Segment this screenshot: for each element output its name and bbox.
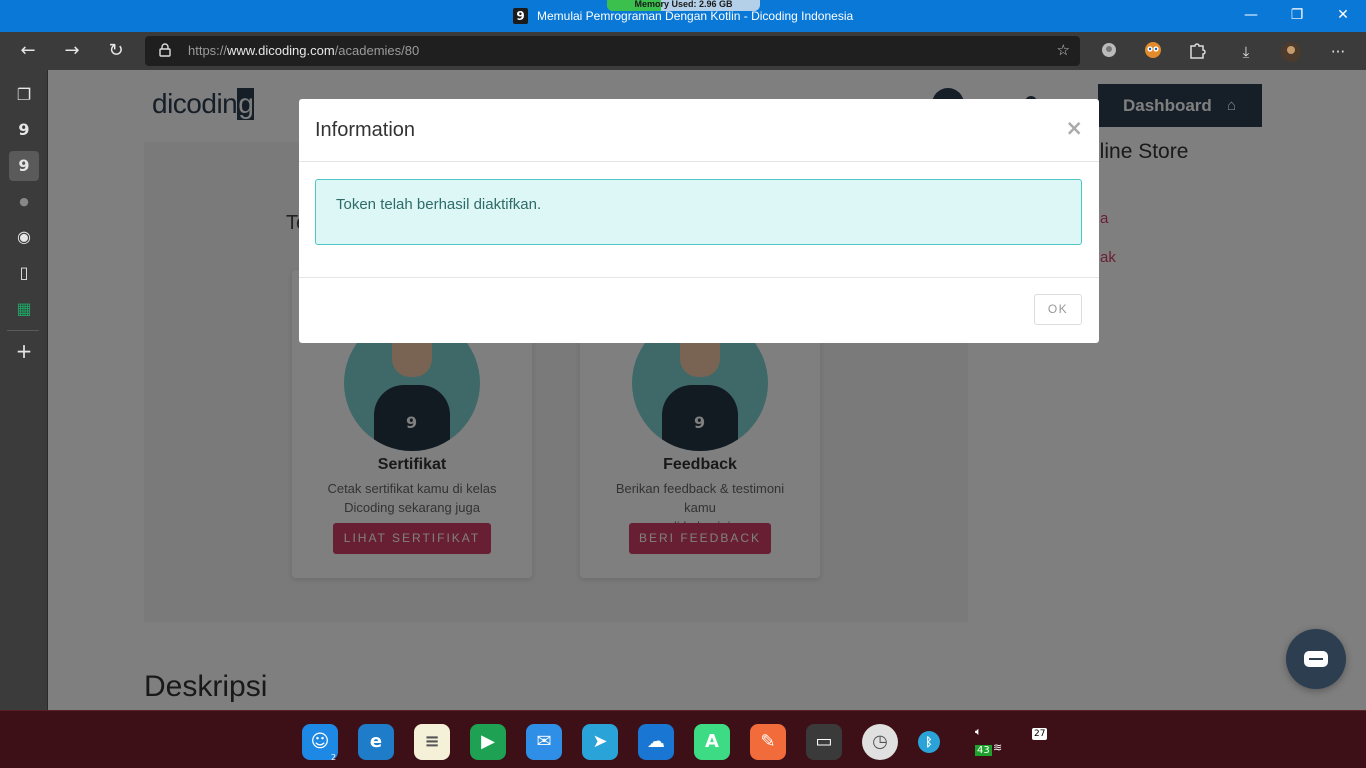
storage-icon[interactable]: ▭ [806, 724, 842, 760]
more-icon[interactable]: ··· [1327, 41, 1349, 63]
bluetooth-icon[interactable]: ᛒ [918, 731, 940, 753]
sheets-icon[interactable]: ▦ [9, 294, 39, 324]
close-window-button[interactable]: ✕ [1328, 4, 1358, 26]
onedrive-icon[interactable]: ☁ [638, 724, 674, 760]
profile-extension-icon[interactable] [1098, 41, 1120, 63]
minimize-button[interactable]: — [1236, 4, 1266, 26]
lock-icon [159, 43, 171, 57]
add-icon[interactable]: + [9, 336, 39, 366]
eyes-extension-icon[interactable] [1142, 41, 1164, 63]
chat-icon [1304, 651, 1328, 667]
alert-message: Token telah berhasil diaktifkan. [336, 196, 542, 213]
facetime-icon[interactable]: ▶ [470, 724, 506, 760]
app-icon: 9 [513, 8, 528, 24]
success-alert: Token telah berhasil diaktifkan. [315, 179, 1082, 245]
tab-actions-icon[interactable]: ❐ [9, 80, 39, 110]
browser-sidebar: ❐ 9 9 ● ◉ ▯ ▦ + [0, 70, 48, 710]
calendar-icon[interactable]: 27 [1032, 728, 1048, 740]
github-icon[interactable]: ◉ [9, 222, 39, 252]
information-modal: Information × Token telah berhasil diakt… [299, 99, 1099, 343]
drop-icon[interactable]: ● [9, 187, 39, 217]
browser-toolbar: ← → ↻ https://www.dicoding.com/academies… [0, 32, 1366, 70]
sidebar-divider [7, 330, 39, 331]
modal-footer-divider [299, 277, 1099, 278]
volume-icon[interactable]: 🔈︎ [975, 725, 982, 739]
add-favorite-icon[interactable]: ☆ [1057, 41, 1070, 59]
download-icon[interactable]: ⤓ [1235, 41, 1257, 63]
edge-icon[interactable]: e [358, 724, 394, 760]
telegram-icon[interactable]: ➤ [582, 724, 618, 760]
user-avatar-icon[interactable] [1280, 41, 1302, 63]
clock-icon[interactable]: ◷ [862, 724, 898, 760]
wifi-icon[interactable]: ≋ [993, 741, 1002, 754]
modal-title: Information [315, 119, 416, 141]
sketch-icon[interactable]: ✎ [750, 724, 786, 760]
puzzle-icon[interactable] [1186, 41, 1208, 63]
dicoding-tab-1[interactable]: 9 [9, 115, 39, 145]
chat-button[interactable] [1286, 629, 1346, 689]
reload-button[interactable]: ↻ [102, 38, 130, 64]
taskbar-dock: 🔈︎ 43 ≋ 27 ☺ e ≡ ▶ ✉ ➤ ☁ A ✎ ▭ ◷ ᛒ 2 [0, 710, 1366, 768]
battery-indicator: 43 [975, 745, 992, 756]
ok-button[interactable]: OK [1034, 294, 1082, 325]
finder-badge: 2 [331, 753, 337, 762]
window-titlebar: Memory Used: 2.96 GB 9 Memulai Pemrogram… [0, 0, 1366, 32]
back-button[interactable]: ← [14, 38, 42, 64]
document-icon[interactable]: ▯ [9, 258, 39, 288]
window-title: Memulai Pemrograman Dengan Kotlin - Dico… [537, 9, 854, 23]
modal-header: Information × [299, 99, 1099, 162]
close-icon[interactable]: × [1065, 116, 1083, 140]
android-studio-icon[interactable]: A [694, 724, 730, 760]
mail-icon[interactable]: ✉ [526, 724, 562, 760]
url-text: https://www.dicoding.com/academies/80 [188, 43, 420, 58]
notes-icon[interactable]: ≡ [414, 724, 450, 760]
dicoding-tab-2[interactable]: 9 [9, 151, 39, 181]
forward-button[interactable]: → [58, 38, 86, 64]
restore-button[interactable]: ❐ [1282, 4, 1312, 26]
address-bar[interactable]: https://www.dicoding.com/academies/80 ☆ [145, 36, 1080, 66]
memory-label: Memory Used: 2.96 GB [634, 0, 733, 9]
